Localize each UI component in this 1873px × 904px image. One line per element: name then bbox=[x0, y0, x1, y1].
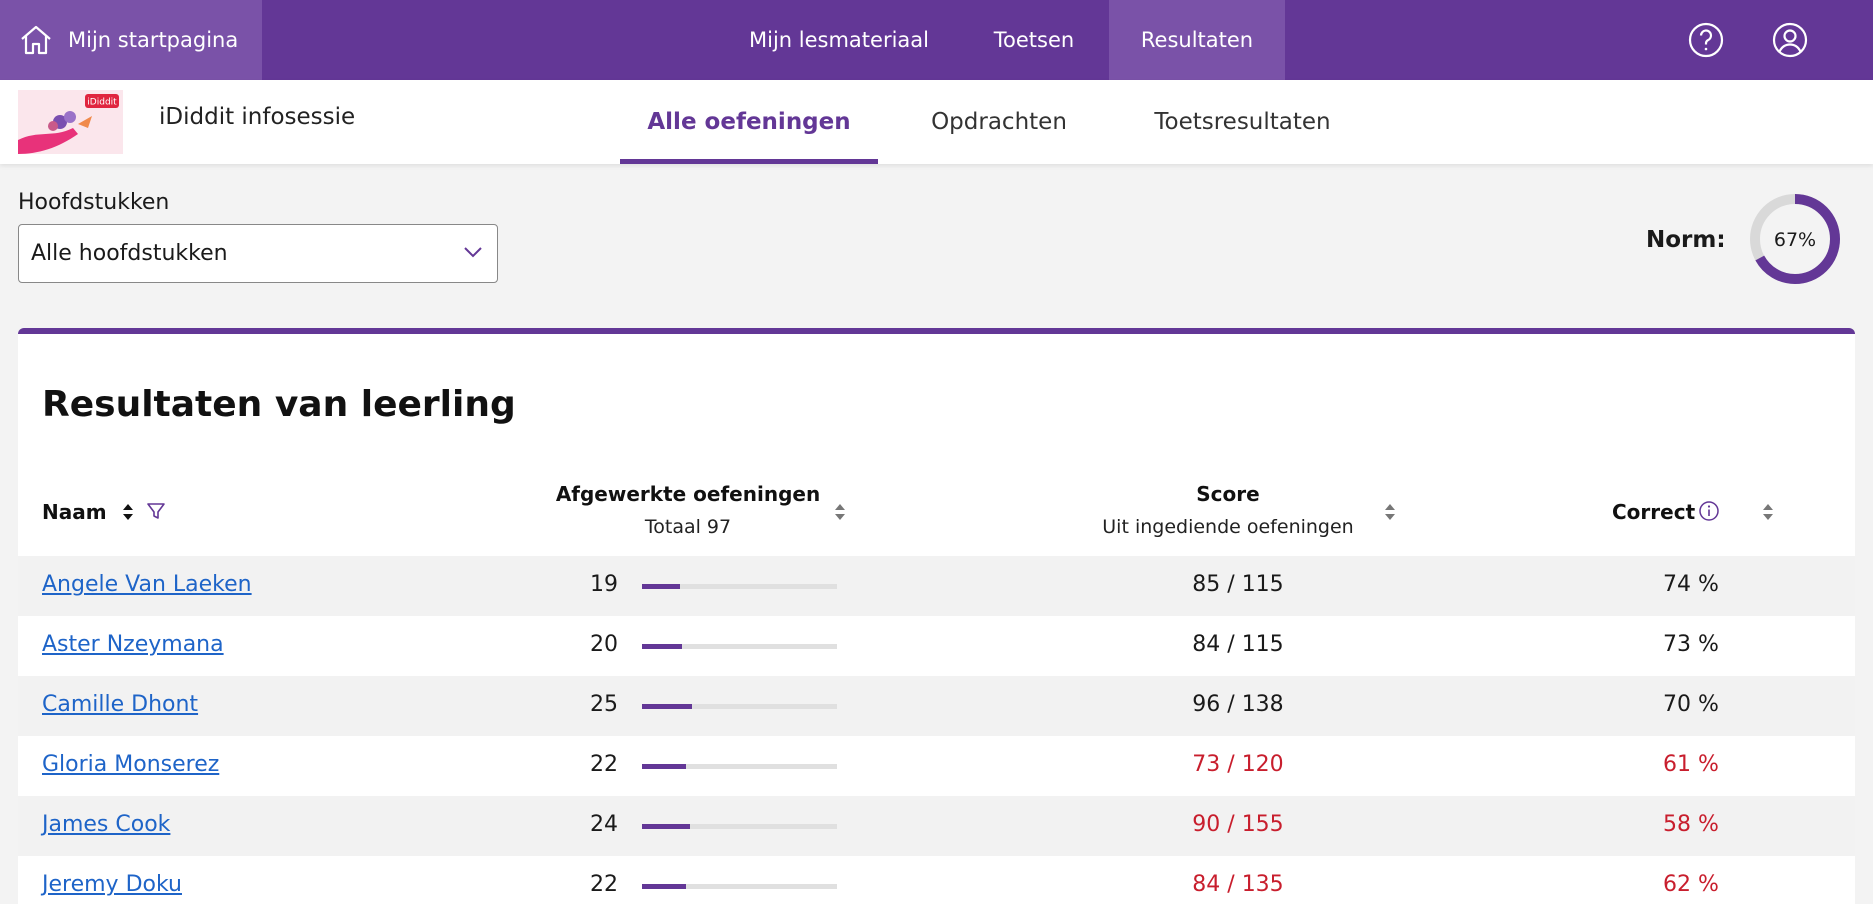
filter-icon[interactable] bbox=[146, 501, 166, 521]
chapters-label: Hoofdstukken bbox=[18, 190, 170, 215]
column-subheader-score: Uit ingediende oefeningen bbox=[1102, 516, 1354, 538]
user-account-icon[interactable] bbox=[1769, 19, 1811, 61]
student-name-link[interactable]: Angele Van Laeken bbox=[42, 572, 252, 597]
info-icon[interactable] bbox=[1698, 500, 1720, 522]
score-value: 84 / 135 bbox=[1192, 872, 1284, 897]
chevron-down-icon bbox=[464, 247, 482, 258]
correct-percentage: 70 % bbox=[1663, 692, 1719, 717]
student-name-link[interactable]: Gloria Monserez bbox=[42, 752, 219, 777]
table-row: Angele Van Laeken 19 85 / 115 74 % bbox=[18, 556, 1855, 616]
nav-mijn-lesmateriaal[interactable]: Mijn lesmateriaal bbox=[739, 0, 939, 80]
score-value: 84 / 115 bbox=[1192, 632, 1284, 657]
student-name-link[interactable]: Jeremy Doku bbox=[42, 872, 182, 897]
column-subheader-completed: Totaal 97 bbox=[644, 516, 732, 538]
student-name-link[interactable]: Camille Dhont bbox=[42, 692, 198, 717]
sort-completed-icon[interactable] bbox=[834, 503, 846, 521]
nav-resultaten[interactable]: Resultaten bbox=[1109, 0, 1285, 80]
table-row: Aster Nzeymana 20 84 / 115 73 % bbox=[18, 616, 1855, 676]
student-name-link[interactable]: Aster Nzeymana bbox=[42, 632, 224, 657]
progress-fill bbox=[642, 884, 687, 889]
home-link[interactable]: Mijn startpagina bbox=[0, 0, 262, 80]
completed-progress-bar bbox=[642, 704, 837, 709]
table-row: Camille Dhont 25 96 / 138 70 % bbox=[18, 676, 1855, 736]
home-icon bbox=[21, 25, 51, 55]
completed-progress-bar bbox=[642, 584, 837, 589]
completed-count: 22 bbox=[590, 752, 618, 777]
tab-opdrachten[interactable]: Opdrachten bbox=[900, 80, 1098, 164]
table-row: James Cook 24 90 / 155 58 % bbox=[18, 796, 1855, 856]
chapters-select-value: Alle hoofdstukken bbox=[31, 241, 228, 266]
progress-fill bbox=[642, 704, 693, 709]
results-card: Resultaten van leerling Naam Afgewerkte … bbox=[18, 328, 1855, 904]
norm-value: 67% bbox=[1774, 229, 1816, 251]
course-title: iDiddit infosessie bbox=[159, 104, 356, 130]
score-value: 96 / 138 bbox=[1192, 692, 1284, 717]
completed-count: 22 bbox=[590, 872, 618, 897]
course-thumbnail: iDiddit bbox=[18, 90, 123, 154]
correct-percentage: 73 % bbox=[1663, 632, 1719, 657]
thumbnail-badge: iDiddit bbox=[87, 98, 117, 108]
score-value: 85 / 115 bbox=[1192, 572, 1284, 597]
top-navigation-bar: Mijn startpagina Mijn lesmateriaal Toets… bbox=[0, 0, 1873, 80]
column-header-completed[interactable]: Afgewerkte oefeningen bbox=[548, 482, 828, 506]
progress-fill bbox=[642, 644, 683, 649]
tab-toetsresultaten[interactable]: Toetsresultaten bbox=[1130, 80, 1355, 164]
home-label: Mijn startpagina bbox=[68, 28, 239, 52]
completed-progress-bar bbox=[642, 884, 837, 889]
results-title: Resultaten van leerling bbox=[42, 384, 516, 425]
sort-score-icon[interactable] bbox=[1384, 503, 1396, 521]
progress-fill bbox=[642, 584, 681, 589]
correct-percentage: 62 % bbox=[1663, 872, 1719, 897]
student-name-link[interactable]: James Cook bbox=[42, 812, 170, 837]
completed-progress-bar bbox=[642, 764, 837, 769]
completed-count: 24 bbox=[590, 812, 618, 837]
table-row: Jeremy Doku 22 84 / 135 62 % bbox=[18, 856, 1855, 904]
norm-label: Norm: bbox=[1646, 227, 1726, 253]
progress-fill bbox=[642, 824, 691, 829]
progress-fill bbox=[642, 764, 687, 769]
score-value: 73 / 120 bbox=[1192, 752, 1284, 777]
correct-percentage: 58 % bbox=[1663, 812, 1719, 837]
sort-correct-icon[interactable] bbox=[1762, 503, 1774, 521]
table-row: Gloria Monserez 22 73 / 120 61 % bbox=[18, 736, 1855, 796]
completed-progress-bar bbox=[642, 824, 837, 829]
tab-alle-oefeningen[interactable]: Alle oefeningen bbox=[620, 80, 878, 164]
chapters-select[interactable]: Alle hoofdstukken bbox=[18, 224, 498, 283]
column-header-correct[interactable]: Correct bbox=[1612, 500, 1695, 524]
column-header-name[interactable]: Naam bbox=[42, 500, 107, 524]
correct-percentage: 61 % bbox=[1663, 752, 1719, 777]
course-thumbnail-illustration: iDiddit bbox=[18, 94, 119, 154]
norm-donut-chart: 67% bbox=[1750, 194, 1840, 284]
completed-count: 25 bbox=[590, 692, 618, 717]
course-bar: iDiddit iDiddit infosessie Alle oefening… bbox=[0, 80, 1873, 164]
sort-name-icon[interactable] bbox=[122, 503, 134, 521]
help-icon[interactable] bbox=[1685, 19, 1727, 61]
completed-count: 19 bbox=[590, 572, 618, 597]
column-header-score[interactable]: Score bbox=[1078, 482, 1378, 506]
nav-toetsen[interactable]: Toetsen bbox=[965, 0, 1103, 80]
completed-progress-bar bbox=[642, 644, 837, 649]
score-value: 90 / 155 bbox=[1192, 812, 1284, 837]
correct-percentage: 74 % bbox=[1663, 572, 1719, 597]
completed-count: 20 bbox=[590, 632, 618, 657]
